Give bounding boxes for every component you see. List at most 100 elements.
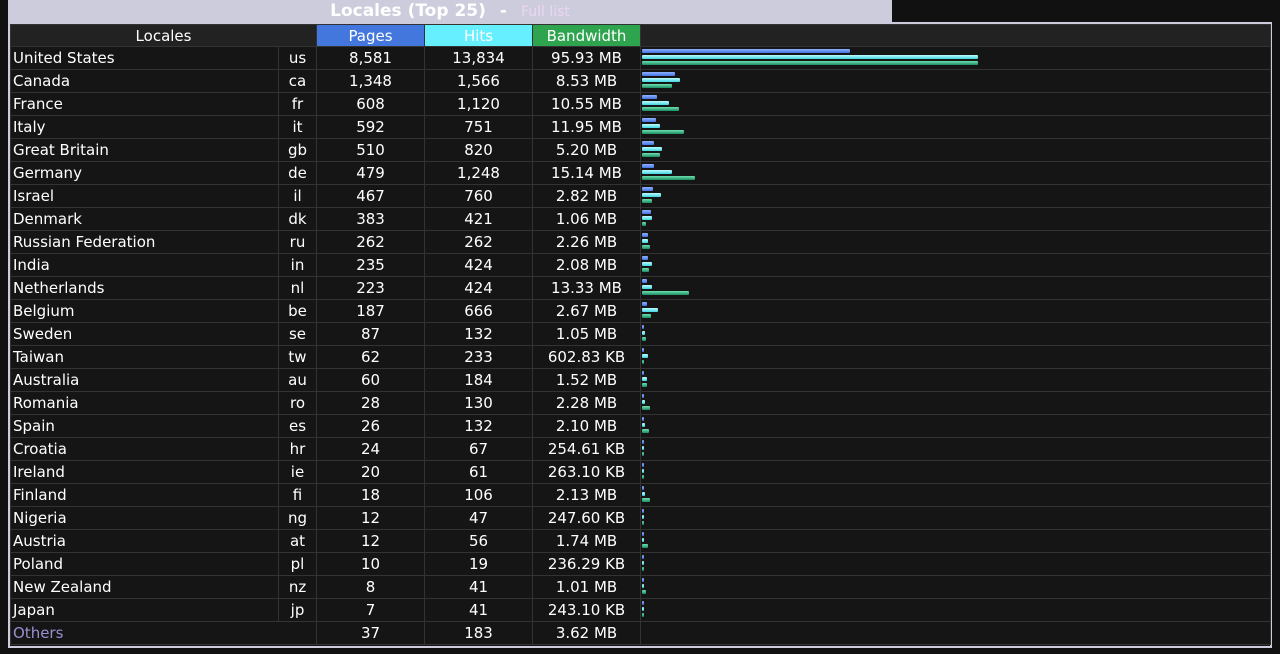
bandwidth-bar [642, 107, 680, 111]
pages-value: 62 [316, 345, 426, 369]
locale-code: se [277, 322, 318, 346]
graph-cell [640, 276, 1272, 300]
pages-bar [642, 49, 851, 53]
others-hits: 183 [424, 621, 534, 645]
column-header-hits: Hits [424, 24, 534, 47]
graph-cell [640, 184, 1272, 208]
locale-code: tw [277, 345, 318, 369]
section-title-bar: Locales (Top 25) - Full list [8, 0, 892, 22]
pages-bar [642, 233, 649, 237]
bandwidth-value: 11.95 MB [532, 115, 642, 139]
graph-cell [640, 437, 1272, 461]
graph-cell [640, 391, 1272, 415]
bandwidth-value: 254.61 KB [532, 437, 642, 461]
pages-bar [642, 95, 657, 99]
locale-name: France [10, 92, 279, 116]
pages-value: 18 [316, 483, 426, 507]
graph-cell [640, 575, 1272, 599]
hits-bar [642, 193, 661, 197]
locale-name: Italy [10, 115, 279, 139]
pages-bar [642, 417, 645, 421]
locale-name: Romania [10, 391, 279, 415]
bandwidth-bar [642, 360, 645, 364]
locale-code: il [277, 184, 318, 208]
locales-table: Locales Pages Hits Bandwidth United Stat… [9, 24, 1272, 645]
pages-bar [642, 532, 645, 536]
locale-name: Great Britain [10, 138, 279, 162]
table-row: United States us 8,581 13,834 95.93 MB [10, 46, 1272, 70]
pages-value: 12 [316, 506, 426, 530]
locale-name: Finland [10, 483, 279, 507]
locale-code: be [277, 299, 318, 323]
bandwidth-value: 1.06 MB [532, 207, 642, 231]
graph-cell [640, 230, 1272, 254]
column-header-locales: Locales [9, 24, 318, 47]
table-row: Russian Federation ru 262 262 2.26 MB [10, 230, 1272, 254]
bandwidth-value: 13.33 MB [532, 276, 642, 300]
locale-code: us [277, 46, 318, 70]
table-row: Germany de 479 1,248 15.14 MB [10, 161, 1272, 185]
bandwidth-value: 2.10 MB [532, 414, 642, 438]
full-list-link[interactable]: Full list [521, 4, 570, 20]
locale-name: Taiwan [10, 345, 279, 369]
hits-bar [642, 124, 661, 128]
table-row: Netherlands nl 223 424 13.33 MB [10, 276, 1272, 300]
locales-table-frame: Locales Pages Hits Bandwidth United Stat… [8, 22, 1272, 648]
pages-value: 1,348 [316, 69, 426, 93]
others-bandwidth: 3.62 MB [532, 621, 642, 645]
pages-value: 60 [316, 368, 426, 392]
bandwidth-bar [642, 337, 646, 341]
locale-name: United States [10, 46, 279, 70]
bandwidth-bar [642, 314, 652, 318]
hits-value: 751 [424, 115, 534, 139]
table-row: Poland pl 10 19 236.29 KB [10, 552, 1272, 576]
locale-name: Nigeria [10, 506, 279, 530]
pages-bar [642, 72, 675, 76]
locale-code: nl [277, 276, 318, 300]
locale-name: Germany [10, 161, 279, 185]
hits-value: 262 [424, 230, 534, 254]
table-row: Nigeria ng 12 47 247.60 KB [10, 506, 1272, 530]
locale-code: ro [277, 391, 318, 415]
pages-value: 187 [316, 299, 426, 323]
locale-name: Sweden [10, 322, 279, 346]
graph-cell [640, 506, 1272, 530]
bandwidth-bar [642, 613, 645, 617]
locale-code: fr [277, 92, 318, 116]
hits-bar [642, 216, 653, 220]
table-row: Finland fi 18 106 2.13 MB [10, 483, 1272, 507]
bandwidth-value: 247.60 KB [532, 506, 642, 530]
table-row: Belgium be 187 666 2.67 MB [10, 299, 1272, 323]
bandwidth-bar [642, 567, 645, 571]
hits-bar [642, 101, 670, 105]
bandwidth-bar [642, 590, 646, 594]
hits-bar [642, 538, 645, 542]
graph-cell [640, 299, 1272, 323]
pages-bar [642, 256, 648, 260]
graph-cell [640, 345, 1272, 369]
hits-value: 1,248 [424, 161, 534, 185]
bandwidth-bar [642, 429, 650, 433]
locale-name: Russian Federation [10, 230, 279, 254]
pages-value: 20 [316, 460, 426, 484]
graph-cell [640, 414, 1272, 438]
others-graph-cell [640, 621, 1272, 645]
bandwidth-bar [642, 291, 689, 295]
graph-cell [640, 460, 1272, 484]
hits-value: 132 [424, 322, 534, 346]
bandwidth-value: 1.74 MB [532, 529, 642, 553]
table-row: Israel il 467 760 2.82 MB [10, 184, 1272, 208]
pages-value: 24 [316, 437, 426, 461]
graph-cell [640, 483, 1272, 507]
locale-code: fi [277, 483, 318, 507]
hits-bar [642, 285, 653, 289]
section-title: Locales (Top 25) [330, 1, 486, 21]
table-header-row: Locales Pages Hits Bandwidth [9, 24, 1272, 47]
others-label: Others [9, 621, 318, 645]
graph-cell [640, 552, 1272, 576]
graph-cell [640, 207, 1272, 231]
locale-name: Australia [10, 368, 279, 392]
hits-bar [642, 446, 645, 450]
hits-value: 233 [424, 345, 534, 369]
graph-cell [640, 46, 1272, 70]
